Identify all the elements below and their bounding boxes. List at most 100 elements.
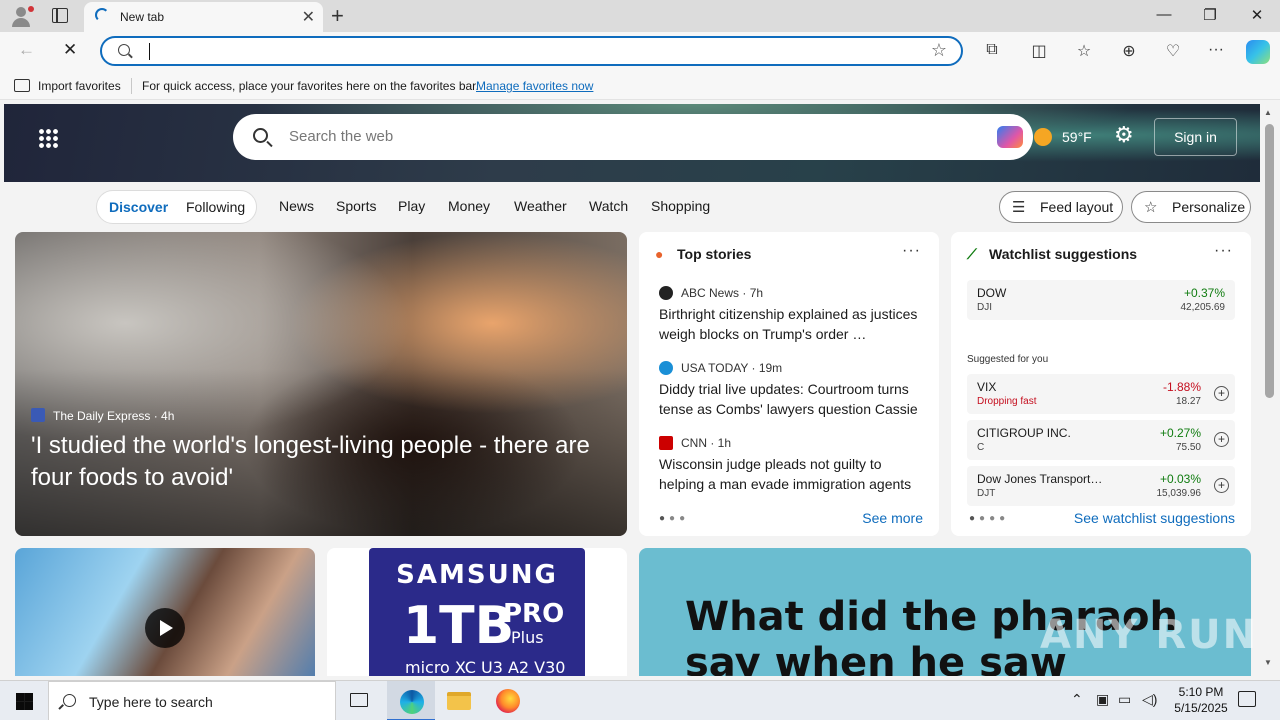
more-options-icon[interactable]: ··· [1214,242,1233,260]
copilot-icon[interactable] [1246,40,1270,64]
collections-icon[interactable]: ⊕ [1117,41,1141,61]
stop-loading-icon[interactable]: ✕ [63,40,77,60]
file-explorer-button[interactable] [435,681,483,720]
sign-in-button[interactable]: Sign in [1154,118,1237,156]
story-title: Wisconsin judge pleads not guilty to hel… [659,456,912,492]
web-search-box[interactable]: Search the web [233,114,1033,160]
nav-link-watch[interactable]: Watch [589,198,628,214]
carousel-dots[interactable]: ●●●● [969,513,1009,524]
tab-new-tab[interactable]: New tab ✕ [84,2,323,32]
tab-actions-icon[interactable] [52,8,68,23]
top-stories-card: ● Top stories ··· ABC News · 7h Birthrigh… [639,232,939,536]
import-favorites-button[interactable]: Import favorites [38,79,121,93]
new-tab-page: Search the web 59°F ⚙ Sign in Discover F… [4,104,1260,676]
scroll-down-icon[interactable]: ▼ [1264,658,1272,667]
manage-favorites-link[interactable]: Manage favorites now [476,79,593,93]
edge-icon [400,690,424,714]
carousel-dots[interactable]: ●●● [659,513,689,524]
list-item[interactable]: CNN · 1h Wisconsin judge pleads not guil… [659,436,923,494]
add-to-watchlist-icon[interactable]: + [1214,478,1229,493]
list-item[interactable]: USA TODAY · 19m Diddy trial live updates… [659,361,923,419]
task-view-icon [350,693,368,707]
restore-button[interactable]: ❐ [1187,6,1233,24]
search-icon [63,694,76,707]
taskbar-search-placeholder: Type here to search [89,694,213,710]
stock-row-djt[interactable]: Dow Jones Transport… DJT +0.03% 15,039.9… [967,466,1235,506]
new-tab-button[interactable]: + [331,3,344,29]
date: 5/15/2025 [1174,701,1228,715]
settings-more-icon[interactable]: ··· [1204,41,1228,59]
search-icon [118,44,130,56]
stock-row-citigroup[interactable]: CITIGROUP INC. C +0.27% 75.50 + [967,420,1235,460]
close-window-button[interactable]: ✕ [1234,6,1280,24]
stock-row-dow[interactable]: DOW DJI +0.37% 42,205.69 [967,280,1235,320]
story-headline[interactable]: 'I studied the world's longest-living pe… [31,430,611,494]
video-card[interactable] [15,548,315,676]
add-to-watchlist-icon[interactable]: + [1214,432,1229,447]
trend-icon: ⟋ [967,246,977,262]
stock-row-vix[interactable]: VIX Dropping fast -1.88% 18.27 + [967,374,1235,414]
favorite-star-icon[interactable]: ☆ [931,40,947,61]
task-view-button[interactable] [336,681,384,720]
device-icon[interactable]: ▣ [1096,691,1109,708]
browser-essentials-icon[interactable]: ♡ [1161,41,1185,61]
weather-sun-icon[interactable] [1034,128,1052,146]
firefox-button[interactable] [484,681,532,720]
nav-link-news[interactable]: News [279,198,314,214]
nav-link-money[interactable]: Money [448,198,490,214]
system-clock[interactable]: 5:10 PM 5/15/2025 [1164,684,1238,716]
favorites-icon[interactable]: ☆ [1072,41,1096,61]
tab-strip: New tab ✕ + — ❐ ✕ [0,0,1280,32]
gear-icon[interactable]: ⚙ [1114,122,1134,148]
taskbar-search[interactable]: Type here to search [48,681,336,720]
see-more-link[interactable]: See more [862,510,923,526]
windows-start-icon[interactable] [16,693,33,710]
chevron-up-icon[interactable]: ⌃ [1071,691,1083,708]
edge-taskbar-button[interactable] [387,681,435,720]
personalize-icon: ☆ [1144,199,1158,216]
address-bar[interactable]: ☆ [100,36,963,66]
add-to-watchlist-icon[interactable]: + [1214,386,1229,401]
temperature[interactable]: 59°F [1062,129,1092,145]
personalize-button[interactable]: ☆ Personalize [1131,191,1251,223]
notification-icon[interactable] [1238,691,1256,707]
text-caret [149,43,150,60]
card-title: ● Top stories [655,246,752,262]
scrollbar[interactable]: ▲ ▼ [1260,104,1280,676]
close-tab-icon[interactable]: ✕ [302,7,315,27]
hero-story-card[interactable]: The Daily Express · 4h 'I studied the wo… [15,232,627,536]
list-item[interactable]: ABC News · 7h Birthright citizenship exp… [659,286,923,344]
divider [131,78,132,94]
scroll-up-icon[interactable]: ▲ [1264,108,1272,117]
more-options-icon[interactable]: ··· [902,242,921,260]
nav-link-sports[interactable]: Sports [336,198,376,214]
bing-chat-icon[interactable] [997,126,1023,148]
nav-link-play[interactable]: Play [398,198,425,214]
volume-icon[interactable]: ◁) [1142,691,1157,708]
favorites-bar-message: For quick access, place your favorites h… [142,79,479,93]
extensions-icon[interactable]: ⧉ [980,41,1004,59]
see-watchlist-link[interactable]: See watchlist suggestions [1074,510,1235,526]
watchlist-card: ⟋ Watchlist suggestions ··· DOW DJI +0.37… [951,232,1251,536]
feed-layout-button[interactable]: ☰ Feed layout [999,191,1123,223]
nav-link-shopping[interactable]: Shopping [651,198,710,214]
tab-title: New tab [120,10,165,24]
back-icon[interactable]: ← [18,40,35,60]
play-icon[interactable] [145,608,185,648]
nav-link-weather[interactable]: Weather [514,198,567,214]
scroll-thumb[interactable] [1265,124,1274,398]
app-launcher-icon[interactable] [38,128,58,148]
abc-news-logo-icon [659,286,673,300]
profile-icon[interactable] [8,4,34,28]
tab-following[interactable]: Following [186,199,245,215]
minimize-button[interactable]: — [1141,6,1187,23]
publisher-logo-icon [31,408,45,422]
taskbar: Type here to search ⌃ ▣ ▭ ◁) 5:10 PM 5/1… [0,680,1280,720]
tab-discover[interactable]: Discover [109,199,168,215]
network-icon[interactable]: ▭ [1118,691,1131,708]
ad-card[interactable]: SAMSUNG 1TB PRO Plus micro XC U3 A2 V30 [327,548,627,676]
usa-today-logo-icon [659,361,673,375]
split-screen-icon[interactable]: ◫ [1027,41,1051,61]
firefox-icon [496,689,520,713]
card-title: ⟋ Watchlist suggestions [967,246,1138,262]
